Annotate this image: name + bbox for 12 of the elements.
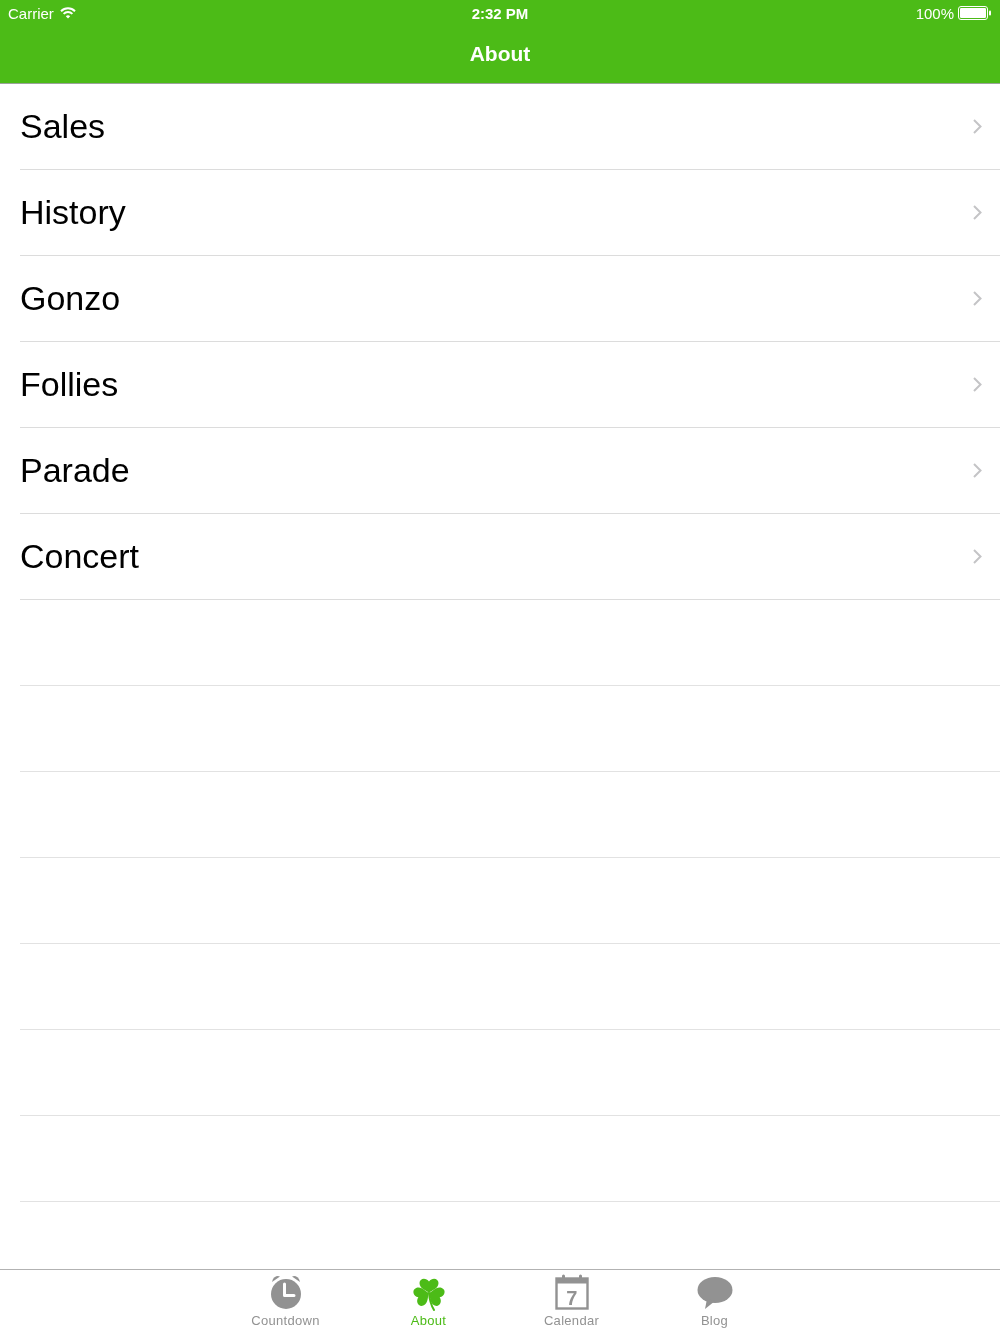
chevron-icon [973,377,982,392]
wifi-icon [59,7,76,19]
nav-title: About [469,41,531,66]
chevron-icon [973,549,982,564]
chevron-icon [973,119,982,134]
battery-icon [958,6,992,20]
battery-percent: 100% [915,4,954,22]
status-time: 2:32 PM [471,4,529,22]
chevron-icon [973,463,982,478]
chevron-icon [973,291,982,306]
chevron-icon [973,205,982,220]
carrier-label: Carrier [8,4,54,22]
